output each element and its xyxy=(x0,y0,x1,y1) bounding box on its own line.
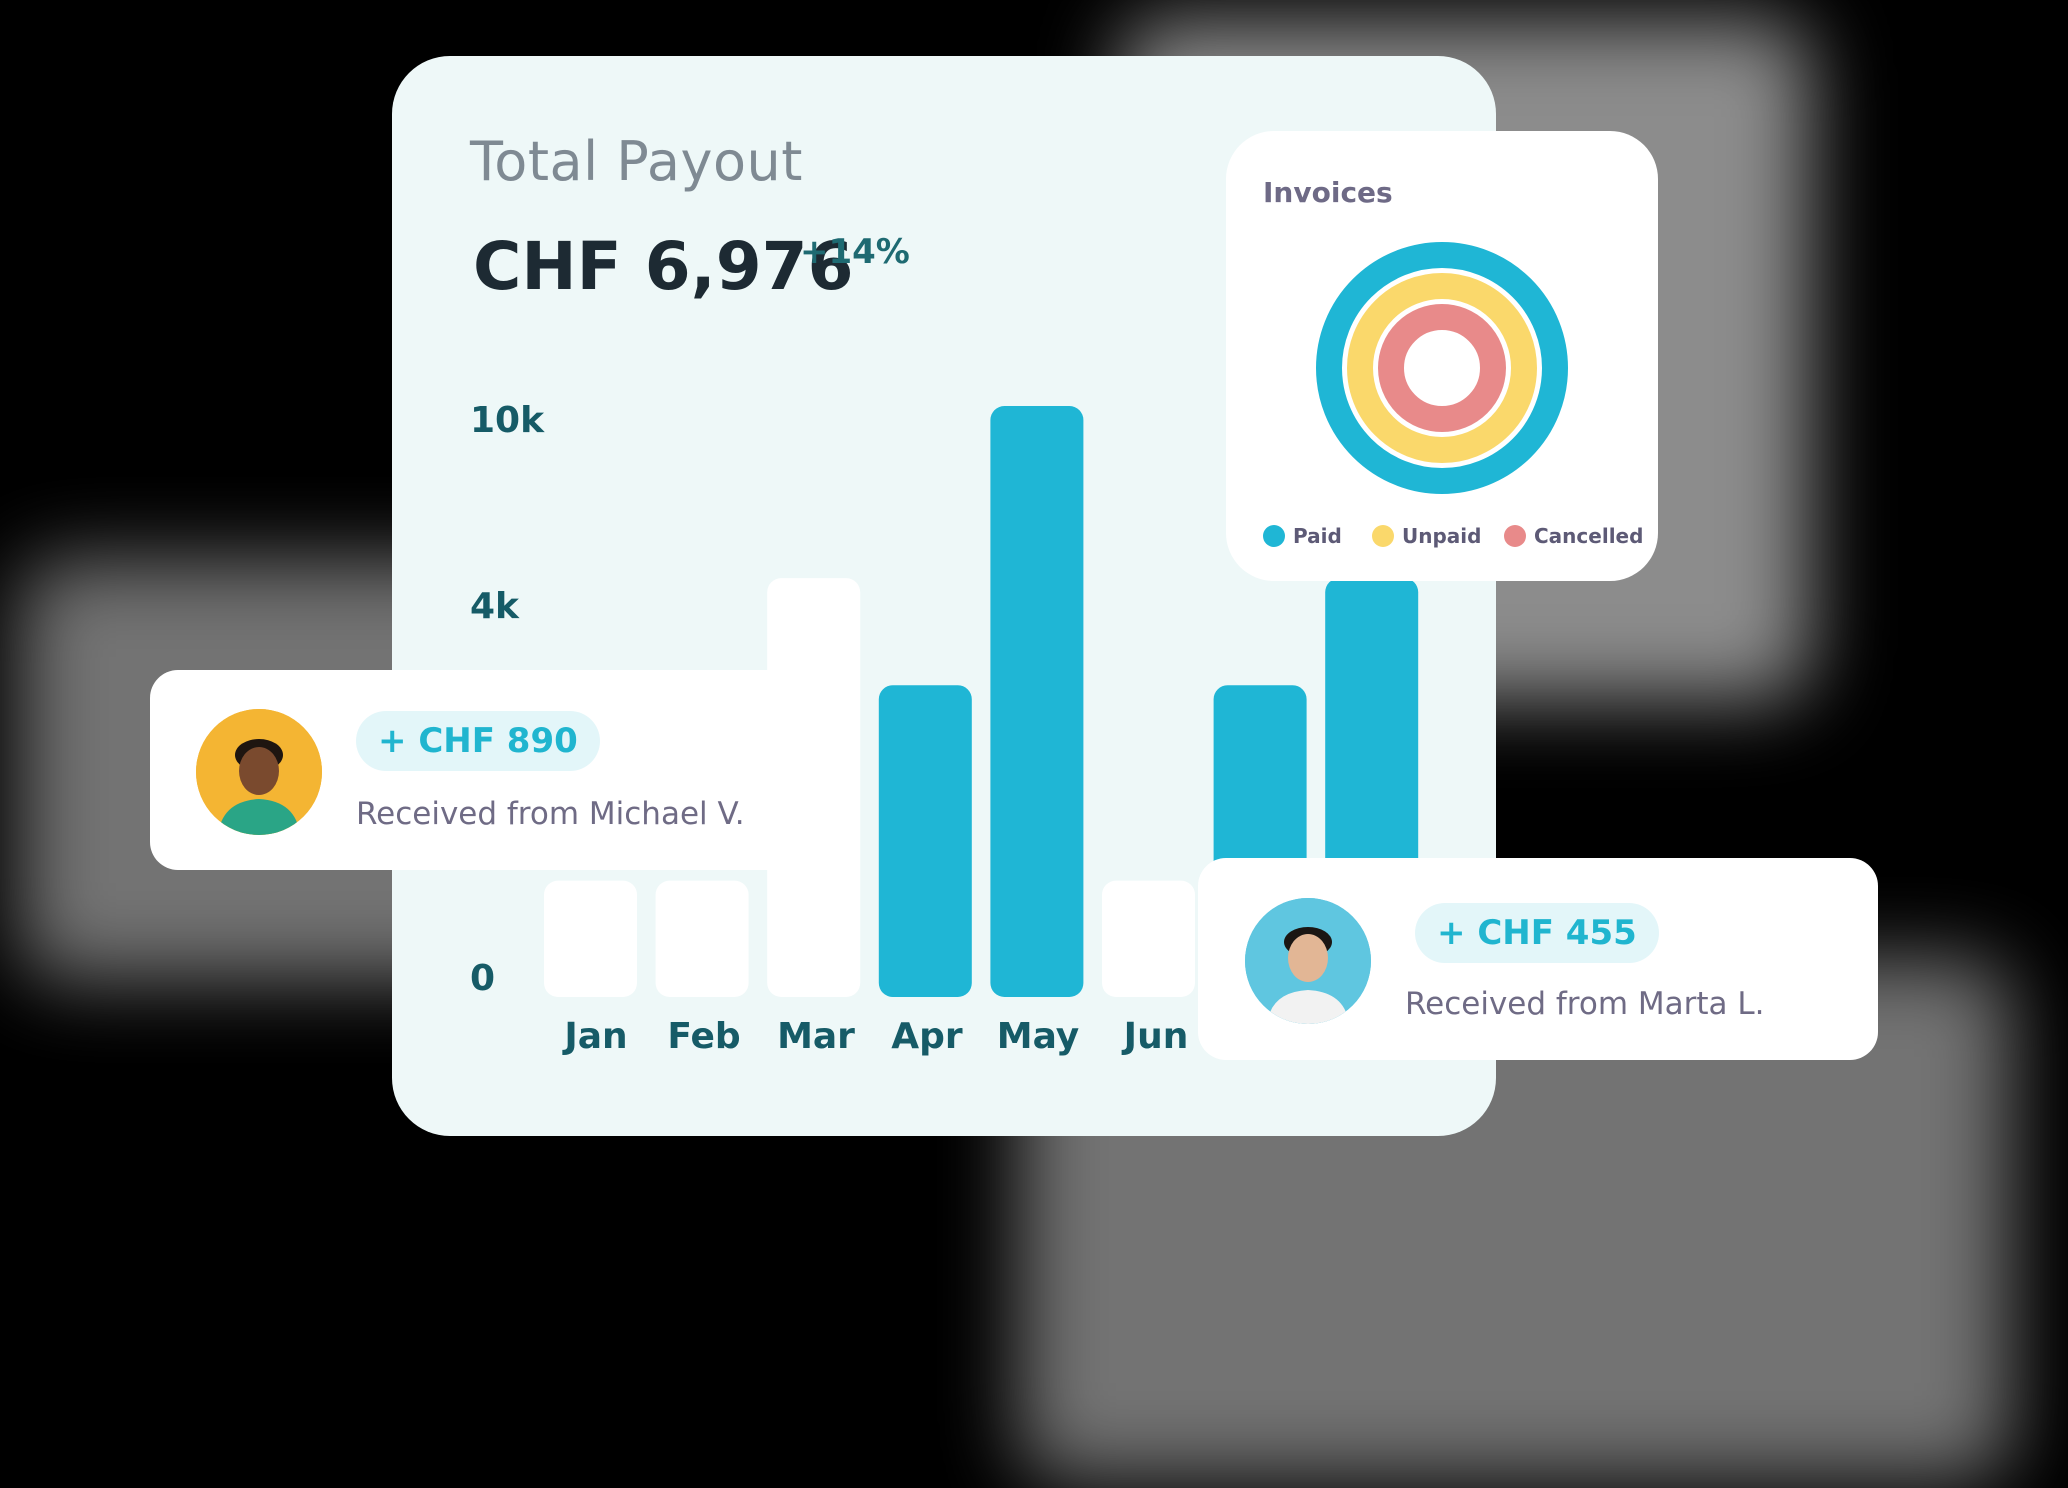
invoices-donut-chart xyxy=(1316,242,1568,494)
transaction-amount-badge: + CHF 455 xyxy=(1415,903,1659,963)
invoices-title: Invoices xyxy=(1263,176,1393,209)
cancelled-ring xyxy=(1378,304,1506,432)
legend-cancelled: Cancelled xyxy=(1504,524,1643,548)
x-tick-label: May xyxy=(996,1016,1080,1057)
x-tick-label: Apr xyxy=(891,1016,963,1057)
x-tick-label: Jun xyxy=(1123,1016,1189,1057)
legend-paid: Paid xyxy=(1263,524,1342,548)
avatar xyxy=(196,709,322,835)
x-tick-label: Feb xyxy=(667,1016,741,1057)
person-icon xyxy=(196,709,322,835)
paid-dot-icon xyxy=(1263,525,1285,547)
legend-unpaid-label: Unpaid xyxy=(1402,524,1482,548)
bar-jan xyxy=(544,880,637,997)
x-tick-label: Jan xyxy=(564,1016,628,1057)
transaction-description: Received from Michael V. xyxy=(356,796,745,832)
legend-unpaid: Unpaid xyxy=(1372,524,1481,548)
avatar xyxy=(1245,898,1371,1024)
legend-cancelled-label: Cancelled xyxy=(1534,524,1644,548)
unpaid-dot-icon xyxy=(1372,525,1394,547)
person-icon xyxy=(1245,898,1371,1024)
bar-may xyxy=(990,406,1084,997)
bar-jun xyxy=(1102,880,1195,997)
bar-feb xyxy=(655,880,749,997)
transaction-amount-badge: + CHF 890 xyxy=(356,711,600,771)
legend-paid-label: Paid xyxy=(1293,524,1342,548)
cancelled-dot-icon xyxy=(1504,525,1526,547)
transaction-description: Received from Marta L. xyxy=(1405,986,1765,1022)
bar-apr xyxy=(878,685,972,997)
x-tick-label: Mar xyxy=(777,1016,855,1057)
